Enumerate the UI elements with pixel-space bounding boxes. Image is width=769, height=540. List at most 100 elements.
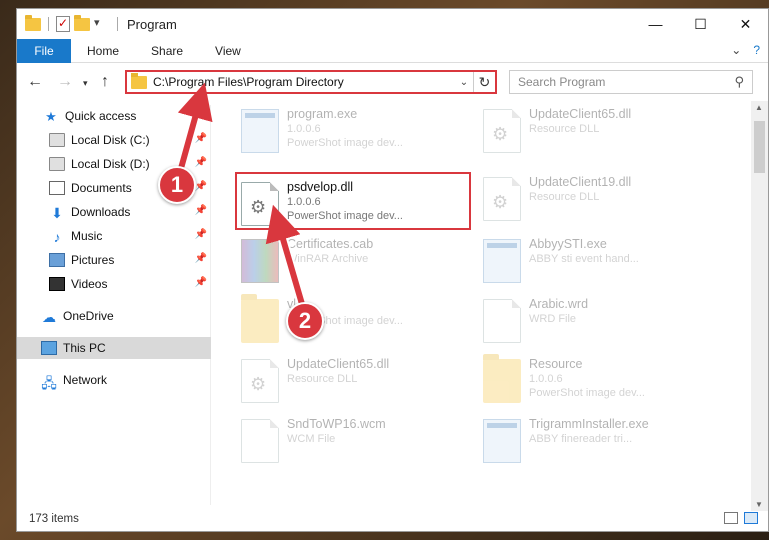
file-item[interactable]: ⚙ UpdateClient65.dll Resource DLL	[483, 105, 723, 161]
properties-icon[interactable]	[56, 16, 70, 32]
sidebar-item-label: Music	[71, 229, 103, 243]
ribbon-right: ⌄ ?	[731, 43, 760, 57]
file-name: Arabic.wrd	[529, 297, 589, 311]
file-item[interactable]: TrigrammInstaller.exe ABBY finereader tr…	[483, 415, 723, 471]
callout-step-1: 1	[158, 166, 196, 204]
pc-icon	[41, 341, 57, 355]
search-input[interactable]: Search Program ⚲	[509, 70, 753, 94]
tab-view[interactable]: View	[199, 44, 257, 58]
search-icon: ⚲	[734, 74, 744, 89]
callout-step-2: 2	[286, 302, 324, 340]
file-item[interactable]: AbbyySTI.exe ABBY sti event hand...	[483, 235, 723, 291]
vertical-scrollbar[interactable]: ▲ ▼	[751, 101, 768, 511]
folder-icon	[241, 294, 279, 343]
cloud-icon: ☁	[42, 309, 56, 325]
file-item[interactable]: ⚙ UpdateClient19.dll Resource DLL	[483, 173, 723, 229]
file-version: 1.0.0.6	[287, 196, 321, 208]
item-count: 173 items	[29, 513, 79, 525]
chevron-down-icon[interactable]: ⌄	[455, 77, 473, 88]
scroll-up-icon[interactable]: ▲	[755, 103, 763, 112]
pin-icon: 📌	[194, 133, 207, 144]
sidebar-item-videos[interactable]: Videos 📌	[17, 273, 211, 295]
close-button[interactable]: ✕	[723, 9, 768, 39]
folder-icon[interactable]	[25, 14, 41, 31]
sidebar-item-quick-access[interactable]: ★ Quick access	[17, 105, 211, 127]
customize-toolbar-icon[interactable]: ▾	[94, 16, 110, 32]
folder-icon	[131, 72, 147, 89]
file-name: SndToWP16.wcm	[287, 417, 386, 431]
download-icon: ⬇	[51, 205, 63, 221]
dll-icon: ⚙	[483, 177, 521, 221]
back-button[interactable]: ←	[27, 73, 43, 91]
file-name: AbbyySTI.exe	[529, 237, 607, 251]
file-name: program.exe	[287, 107, 358, 121]
sidebar-item-network[interactable]: 🖧 Network	[17, 369, 211, 391]
scrollbar-thumb[interactable]	[754, 121, 765, 173]
dll-icon: ⚙	[241, 182, 279, 226]
minimize-button[interactable]: —	[633, 9, 678, 39]
tab-home[interactable]: Home	[71, 44, 135, 58]
file-type: WRD File	[529, 313, 577, 325]
maximize-button[interactable]: ☐	[678, 9, 723, 39]
quick-access-toolbar: ▾	[17, 14, 121, 32]
exe-icon	[483, 239, 521, 283]
file-item-psdvelop[interactable]: ⚙ psdvelop.dll 1.0.0.6 PowerShot image d…	[235, 172, 471, 230]
file-item[interactable]: ⚙ UpdateClient65.dll Resource DLL	[241, 355, 481, 411]
file-icon	[241, 419, 279, 463]
file-name: UpdateClient19.dll	[529, 175, 632, 189]
file-version: 1.0.0.6	[529, 373, 563, 385]
tab-file[interactable]: File	[17, 38, 71, 63]
file-version: 1.0.0.6	[287, 123, 321, 135]
refresh-button[interactable]: ↻	[473, 72, 495, 92]
sidebar-item-label: Local Disk (C:)	[71, 133, 150, 147]
pin-icon: 📌	[194, 277, 207, 288]
forward-button[interactable]: →	[57, 73, 73, 91]
sidebar-item-label: Local Disk (D:)	[71, 157, 150, 171]
file-icon	[483, 299, 521, 343]
star-icon: ★	[45, 109, 57, 124]
file-description: PowerShot image dev...	[287, 210, 403, 222]
recent-locations-button[interactable]: ▾	[83, 78, 88, 89]
expand-ribbon-icon[interactable]: ⌄	[731, 43, 741, 57]
file-item[interactable]: SndToWP16.wcm WCM File	[241, 415, 481, 471]
sidebar-item-pictures[interactable]: Pictures 📌	[17, 249, 211, 271]
new-folder-icon[interactable]	[74, 14, 90, 31]
tiles-view-icon[interactable]	[744, 512, 758, 524]
dll-icon: ⚙	[483, 109, 521, 153]
pin-icon: 📌	[194, 253, 207, 264]
archive-icon	[241, 239, 279, 283]
address-bar[interactable]: C:\Program Files\Program Directory ⌄ ↻	[125, 70, 497, 94]
address-path[interactable]: C:\Program Files\Program Directory	[153, 75, 455, 89]
sidebar-item-label: Documents	[71, 181, 132, 195]
file-type: WCM File	[287, 433, 336, 445]
sidebar-item-label: Pictures	[71, 253, 115, 267]
file-name: Resource	[529, 357, 583, 371]
sidebar-item-label: Downloads	[71, 205, 131, 219]
file-type: Resource DLL	[529, 191, 600, 203]
pin-icon: 📌	[194, 229, 207, 240]
tab-share[interactable]: Share	[135, 44, 199, 58]
file-item[interactable]: Arabic.wrd WRD File	[483, 295, 723, 351]
network-icon: 🖧	[41, 375, 57, 391]
window-title: Program	[127, 16, 177, 32]
file-item[interactable]: program.exe 1.0.0.6 PowerShot image dev.…	[241, 105, 481, 161]
videos-icon	[49, 277, 65, 291]
file-type: Resource DLL	[529, 123, 600, 135]
exe-icon	[483, 419, 521, 463]
sidebar-item-downloads[interactable]: ⬇ Downloads 📌	[17, 201, 211, 223]
sidebar-item-local-disk-c[interactable]: Local Disk (C:) 📌	[17, 129, 211, 151]
navigation-bar: ← → ▾ ↑ C:\Program Files\Program Directo…	[17, 67, 768, 97]
file-item[interactable]: vlc PowerShot image dev...	[241, 294, 481, 351]
up-button[interactable]: ↑	[101, 73, 109, 91]
sidebar-item-label: Videos	[71, 277, 108, 291]
sidebar-item-this-pc[interactable]: This PC	[17, 337, 211, 359]
file-item[interactable]: Certificates.cab WinRAR Archive	[241, 235, 481, 291]
sidebar-item-music[interactable]: ♪ Music 📌	[17, 225, 211, 247]
sidebar-item-onedrive[interactable]: ☁ OneDrive	[17, 305, 211, 327]
help-icon[interactable]: ?	[753, 43, 760, 57]
details-view-icon[interactable]	[724, 512, 738, 524]
divider	[117, 17, 118, 31]
file-item[interactable]: Resource 1.0.0.6 PowerShot image dev...	[483, 354, 723, 411]
file-type: Resource DLL	[287, 373, 358, 385]
view-switcher	[724, 512, 758, 524]
